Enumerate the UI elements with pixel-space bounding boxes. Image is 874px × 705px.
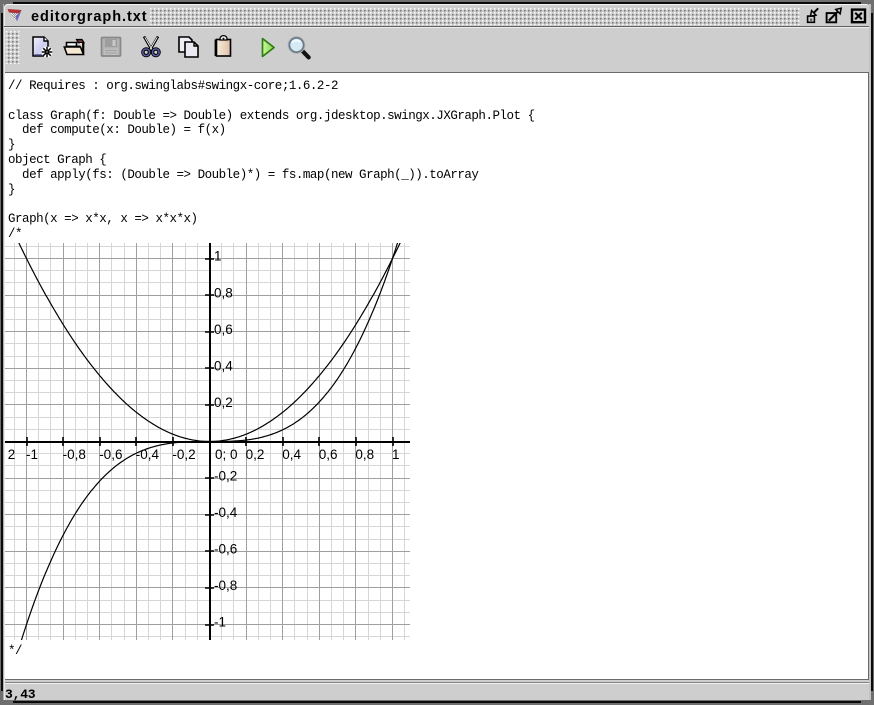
svg-text:0,8: 0,8 bbox=[214, 285, 233, 300]
svg-text:1: 1 bbox=[392, 447, 400, 462]
svg-text:-0,6: -0,6 bbox=[99, 447, 122, 462]
svg-text:-0,6: -0,6 bbox=[214, 542, 237, 557]
svg-text:0,6: 0,6 bbox=[214, 322, 233, 337]
svg-text:0,2: 0,2 bbox=[246, 447, 265, 462]
svg-text:-0,2: -0,2 bbox=[172, 447, 195, 462]
svg-text:-0,8: -0,8 bbox=[63, 447, 86, 462]
svg-text:-1: -1 bbox=[26, 447, 38, 462]
svg-text:-0,4: -0,4 bbox=[136, 447, 160, 462]
svg-text:-0,8: -0,8 bbox=[214, 578, 237, 593]
svg-text:0,2: 0,2 bbox=[214, 395, 233, 410]
svg-text:-0,4: -0,4 bbox=[214, 505, 238, 520]
svg-text:-1: -1 bbox=[214, 615, 226, 630]
svg-text:0,8: 0,8 bbox=[355, 447, 374, 462]
svg-text:-0,2: -0,2 bbox=[214, 468, 237, 483]
svg-text:0; 0: 0; 0 bbox=[215, 447, 238, 462]
svg-text:0,4: 0,4 bbox=[214, 359, 233, 374]
svg-text:0,4: 0,4 bbox=[282, 447, 301, 462]
svg-text:1: 1 bbox=[214, 249, 222, 264]
svg-text:0,6: 0,6 bbox=[319, 447, 338, 462]
